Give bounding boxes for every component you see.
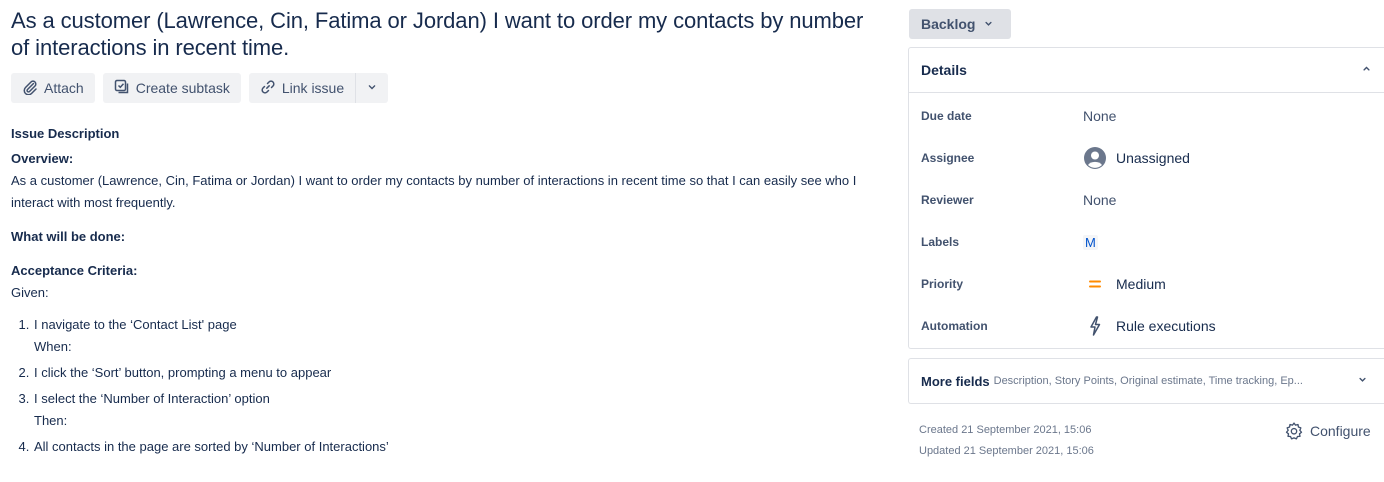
gear-icon — [1284, 421, 1304, 441]
step-text: I select the ‘Number of Interaction’ opt… — [34, 391, 270, 406]
configure-button[interactable]: Configure — [1284, 421, 1371, 441]
list-item: I select the ‘Number of Interaction’ opt… — [33, 388, 871, 432]
steps-list: I navigate to the ‘Contact List' page Wh… — [11, 314, 871, 458]
create-subtask-button[interactable]: Create subtask — [102, 73, 241, 103]
updated-timestamp: Updated 21 September 2021, 15:06 — [919, 445, 1094, 457]
field-label: Reviewer — [921, 193, 974, 207]
chevron-down-icon — [983, 16, 994, 32]
subtask-icon — [114, 79, 130, 98]
field-assignee: Assignee Unassigned — [921, 146, 1361, 170]
given-text: Given: — [11, 285, 49, 300]
automation-value[interactable]: Rule executions — [1083, 314, 1216, 338]
field-automation: Automation Rule executions — [921, 314, 1361, 338]
more-fields-panel[interactable]: More fields Description, Story Points, O… — [908, 358, 1384, 404]
step-text: I navigate to the ‘Contact List' page — [34, 317, 237, 332]
priority-text: Medium — [1116, 276, 1166, 292]
field-label: Labels — [921, 235, 960, 249]
create-subtask-label: Create subtask — [135, 80, 230, 96]
avatar-icon — [1083, 146, 1107, 170]
labels-value[interactable]: M — [1083, 234, 1098, 250]
configure-label: Configure — [1310, 423, 1371, 439]
link-issue-label: Link issue — [281, 80, 345, 96]
field-due-date: Due date None — [921, 104, 1361, 128]
label-chip[interactable]: M — [1083, 234, 1098, 250]
field-priority: Priority Medium — [921, 272, 1361, 296]
attach-button[interactable]: Attach — [11, 73, 95, 103]
lightning-icon — [1083, 314, 1107, 338]
created-timestamp: Created 21 September 2021, 15:06 — [919, 424, 1092, 436]
field-label: Due date — [921, 109, 972, 123]
description-heading: Issue Description — [11, 126, 120, 141]
details-panel: Details Due date None Assignee Unassigne… — [908, 47, 1384, 349]
link-icon — [260, 79, 276, 98]
step-after: Then: — [34, 413, 68, 428]
chevron-down-icon — [366, 80, 378, 96]
field-label: Priority — [921, 277, 964, 291]
link-issue-button[interactable]: Link issue — [248, 73, 356, 103]
more-fields-summary: Description, Story Points, Original esti… — [993, 375, 1303, 387]
automation-text: Rule executions — [1116, 318, 1216, 334]
list-item: I navigate to the ‘Contact List' page Wh… — [33, 314, 871, 358]
more-fields-title: More fields — [921, 373, 990, 389]
issue-actions: Attach Create subtask Link issue — [11, 73, 871, 103]
field-reviewer: Reviewer None — [921, 188, 1361, 212]
paperclip-icon — [22, 79, 38, 98]
issue-description[interactable]: Issue Description Overview: As a custome… — [11, 123, 871, 458]
list-item: I click the ‘Sort’ button, prompting a m… — [33, 362, 871, 384]
step-text: All contacts in the page are sorted by ‘… — [34, 439, 389, 454]
field-label: Automation — [921, 319, 988, 333]
link-issue-split: Link issue — [248, 73, 389, 103]
field-labels: Labels M — [921, 230, 1361, 254]
overview-heading: Overview: — [11, 151, 74, 166]
issue-main: As a customer (Lawrence, Cin, Fatima or … — [11, 0, 871, 458]
priority-medium-icon — [1083, 272, 1107, 296]
issue-title[interactable]: As a customer (Lawrence, Cin, Fatima or … — [11, 7, 871, 61]
details-header[interactable]: Details — [909, 48, 1384, 93]
issue-meta: Created 21 September 2021, 15:06 Updated… — [919, 420, 1094, 462]
reviewer-value[interactable]: None — [1083, 192, 1116, 208]
chevron-down-icon[interactable] — [1357, 374, 1368, 385]
assignee-value[interactable]: Unassigned — [1083, 146, 1190, 170]
status-button[interactable]: Backlog — [909, 9, 1011, 39]
criteria-heading: Acceptance Criteria: — [11, 263, 138, 278]
done-heading: What will be done: — [11, 229, 126, 244]
chevron-up-icon[interactable] — [1361, 61, 1372, 79]
field-label: Assignee — [921, 151, 975, 165]
attach-label: Attach — [44, 80, 84, 96]
priority-value[interactable]: Medium — [1083, 272, 1166, 296]
step-after: When: — [34, 339, 72, 354]
assignee-name: Unassigned — [1116, 150, 1190, 166]
more-actions-button[interactable] — [356, 73, 389, 103]
due-date-value[interactable]: None — [1083, 108, 1116, 124]
status-label: Backlog — [921, 16, 976, 32]
list-item: All contacts in the page are sorted by ‘… — [33, 436, 871, 458]
overview-text: As a customer (Lawrence, Cin, Fatima or … — [11, 173, 857, 210]
step-text: I click the ‘Sort’ button, prompting a m… — [34, 365, 332, 380]
details-title: Details — [921, 62, 967, 78]
